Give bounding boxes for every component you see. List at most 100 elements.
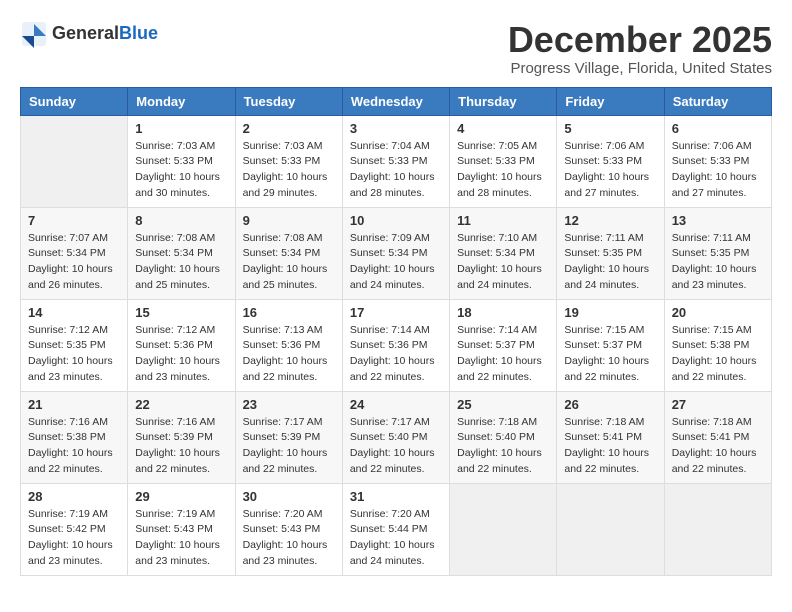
calendar-cell: 13 Sunrise: 7:11 AM Sunset: 5:35 PM Dayli… [664,207,771,299]
day-number: 5 [564,121,656,136]
day-number: 19 [564,305,656,320]
day-number: 20 [672,305,764,320]
day-info: Sunrise: 7:18 AM Sunset: 5:41 PM Dayligh… [564,415,656,478]
calendar-week-5: 28 Sunrise: 7:19 AM Sunset: 5:42 PM Dayli… [21,483,772,575]
day-info: Sunrise: 7:17 AM Sunset: 5:40 PM Dayligh… [350,415,442,478]
calendar-cell [21,115,128,207]
calendar-week-3: 14Sunrise: 7:12 AM Sunset: 5:35 PM Dayli… [21,299,772,391]
day-info: Sunrise: 7:03 AM Sunset: 5:33 PM Dayligh… [135,139,227,202]
day-info: Sunrise: 7:18 AM Sunset: 5:41 PM Dayligh… [672,415,764,478]
calendar-cell: 21 Sunrise: 7:16 AM Sunset: 5:38 PM Dayli… [21,391,128,483]
day-info: Sunrise: 7:15 AM Sunset: 5:38 PM Dayligh… [672,323,764,386]
day-number: 4 [457,121,549,136]
calendar-cell: 10 Sunrise: 7:09 AM Sunset: 5:34 PM Dayli… [342,207,449,299]
day-header-wednesday: Wednesday [342,87,449,115]
day-number: 1 [135,121,227,136]
day-header-sunday: Sunday [21,87,128,115]
calendar-cell: 2Sunrise: 7:03 AM Sunset: 5:33 PM Daylig… [235,115,342,207]
calendar-cell: 28 Sunrise: 7:19 AM Sunset: 5:42 PM Dayli… [21,483,128,575]
day-number: 18 [457,305,549,320]
calendar-cell: 4 Sunrise: 7:05 AM Sunset: 5:33 PM Daylig… [450,115,557,207]
day-info: Sunrise: 7:17 AM Sunset: 5:39 PM Dayligh… [243,415,335,478]
day-info: Sunrise: 7:16 AM Sunset: 5:39 PM Dayligh… [135,415,227,478]
calendar-cell: 1 Sunrise: 7:03 AM Sunset: 5:33 PM Daylig… [128,115,235,207]
day-number: 29 [135,489,227,504]
calendar-cell: 14Sunrise: 7:12 AM Sunset: 5:35 PM Dayli… [21,299,128,391]
calendar-cell: 20 Sunrise: 7:15 AM Sunset: 5:38 PM Dayli… [664,299,771,391]
calendar-cell: 30 Sunrise: 7:20 AM Sunset: 5:43 PM Dayli… [235,483,342,575]
day-number: 13 [672,213,764,228]
calendar-cell [450,483,557,575]
calendar-cell: 26 Sunrise: 7:18 AM Sunset: 5:41 PM Dayli… [557,391,664,483]
calendar-cell: 25Sunrise: 7:18 AM Sunset: 5:40 PM Dayli… [450,391,557,483]
title-area: December 2025 Progress Village, Florida,… [508,20,772,77]
calendar-cell: 31 Sunrise: 7:20 AM Sunset: 5:44 PM Dayli… [342,483,449,575]
logo-icon [20,20,48,48]
calendar-cell: 11 Sunrise: 7:10 AM Sunset: 5:34 PM Dayli… [450,207,557,299]
calendar-cell: 8 Sunrise: 7:08 AM Sunset: 5:34 PM Daylig… [128,207,235,299]
calendar-table: SundayMondayTuesdayWednesdayThursdayFrid… [20,87,772,576]
day-info: Sunrise: 7:11 AM Sunset: 5:35 PM Dayligh… [564,231,656,294]
day-number: 10 [350,213,442,228]
day-number: 25 [457,397,549,412]
day-info: Sunrise: 7:20 AM Sunset: 5:43 PM Dayligh… [243,507,335,570]
calendar-week-1: 1 Sunrise: 7:03 AM Sunset: 5:33 PM Daylig… [21,115,772,207]
calendar-week-2: 7Sunrise: 7:07 AM Sunset: 5:34 PM Daylig… [21,207,772,299]
calendar-cell: 7Sunrise: 7:07 AM Sunset: 5:34 PM Daylig… [21,207,128,299]
day-header-friday: Friday [557,87,664,115]
day-info: Sunrise: 7:13 AM Sunset: 5:36 PM Dayligh… [243,323,335,386]
month-title: December 2025 [508,20,772,60]
day-number: 16 [243,305,335,320]
day-header-saturday: Saturday [664,87,771,115]
day-info: Sunrise: 7:11 AM Sunset: 5:35 PM Dayligh… [672,231,764,294]
day-number: 26 [564,397,656,412]
header: GeneralBlue December 2025 Progress Villa… [20,20,772,77]
calendar-cell [557,483,664,575]
day-header-thursday: Thursday [450,87,557,115]
day-number: 3 [350,121,442,136]
day-header-tuesday: Tuesday [235,87,342,115]
calendar-cell: 3 Sunrise: 7:04 AM Sunset: 5:33 PM Daylig… [342,115,449,207]
day-info: Sunrise: 7:15 AM Sunset: 5:37 PM Dayligh… [564,323,656,386]
day-info: Sunrise: 7:19 AM Sunset: 5:42 PM Dayligh… [28,507,120,570]
calendar-cell: 5Sunrise: 7:06 AM Sunset: 5:33 PM Daylig… [557,115,664,207]
calendar-cell: 12 Sunrise: 7:11 AM Sunset: 5:35 PM Dayli… [557,207,664,299]
logo: GeneralBlue [20,20,158,48]
calendar-cell: 6 Sunrise: 7:06 AM Sunset: 5:33 PM Daylig… [664,115,771,207]
calendar-cell: 9 Sunrise: 7:08 AM Sunset: 5:34 PM Daylig… [235,207,342,299]
day-info: Sunrise: 7:09 AM Sunset: 5:34 PM Dayligh… [350,231,442,294]
day-number: 30 [243,489,335,504]
day-header-monday: Monday [128,87,235,115]
day-info: Sunrise: 7:12 AM Sunset: 5:36 PM Dayligh… [135,323,227,386]
day-info: Sunrise: 7:08 AM Sunset: 5:34 PM Dayligh… [243,231,335,294]
day-info: Sunrise: 7:20 AM Sunset: 5:44 PM Dayligh… [350,507,442,570]
day-info: Sunrise: 7:14 AM Sunset: 5:37 PM Dayligh… [457,323,549,386]
calendar-week-4: 21 Sunrise: 7:16 AM Sunset: 5:38 PM Dayli… [21,391,772,483]
calendar-cell: 19 Sunrise: 7:15 AM Sunset: 5:37 PM Dayli… [557,299,664,391]
day-number: 28 [28,489,120,504]
day-info: Sunrise: 7:04 AM Sunset: 5:33 PM Dayligh… [350,139,442,202]
calendar-cell [664,483,771,575]
logo-blue: Blue [119,23,158,43]
day-info: Sunrise: 7:16 AM Sunset: 5:38 PM Dayligh… [28,415,120,478]
day-number: 8 [135,213,227,228]
calendar-cell: 29Sunrise: 7:19 AM Sunset: 5:43 PM Dayli… [128,483,235,575]
day-number: 23 [243,397,335,412]
day-number: 11 [457,213,549,228]
day-number: 9 [243,213,335,228]
day-info: Sunrise: 7:05 AM Sunset: 5:33 PM Dayligh… [457,139,549,202]
day-info: Sunrise: 7:08 AM Sunset: 5:34 PM Dayligh… [135,231,227,294]
day-number: 6 [672,121,764,136]
day-number: 12 [564,213,656,228]
day-number: 21 [28,397,120,412]
calendar-cell: 27Sunrise: 7:18 AM Sunset: 5:41 PM Dayli… [664,391,771,483]
day-info: Sunrise: 7:06 AM Sunset: 5:33 PM Dayligh… [672,139,764,202]
day-info: Sunrise: 7:10 AM Sunset: 5:34 PM Dayligh… [457,231,549,294]
calendar-cell: 23 Sunrise: 7:17 AM Sunset: 5:39 PM Dayli… [235,391,342,483]
day-number: 24 [350,397,442,412]
location-title: Progress Village, Florida, United States [508,60,772,77]
day-info: Sunrise: 7:14 AM Sunset: 5:36 PM Dayligh… [350,323,442,386]
day-number: 2 [243,121,335,136]
day-number: 31 [350,489,442,504]
calendar-cell: 24 Sunrise: 7:17 AM Sunset: 5:40 PM Dayli… [342,391,449,483]
